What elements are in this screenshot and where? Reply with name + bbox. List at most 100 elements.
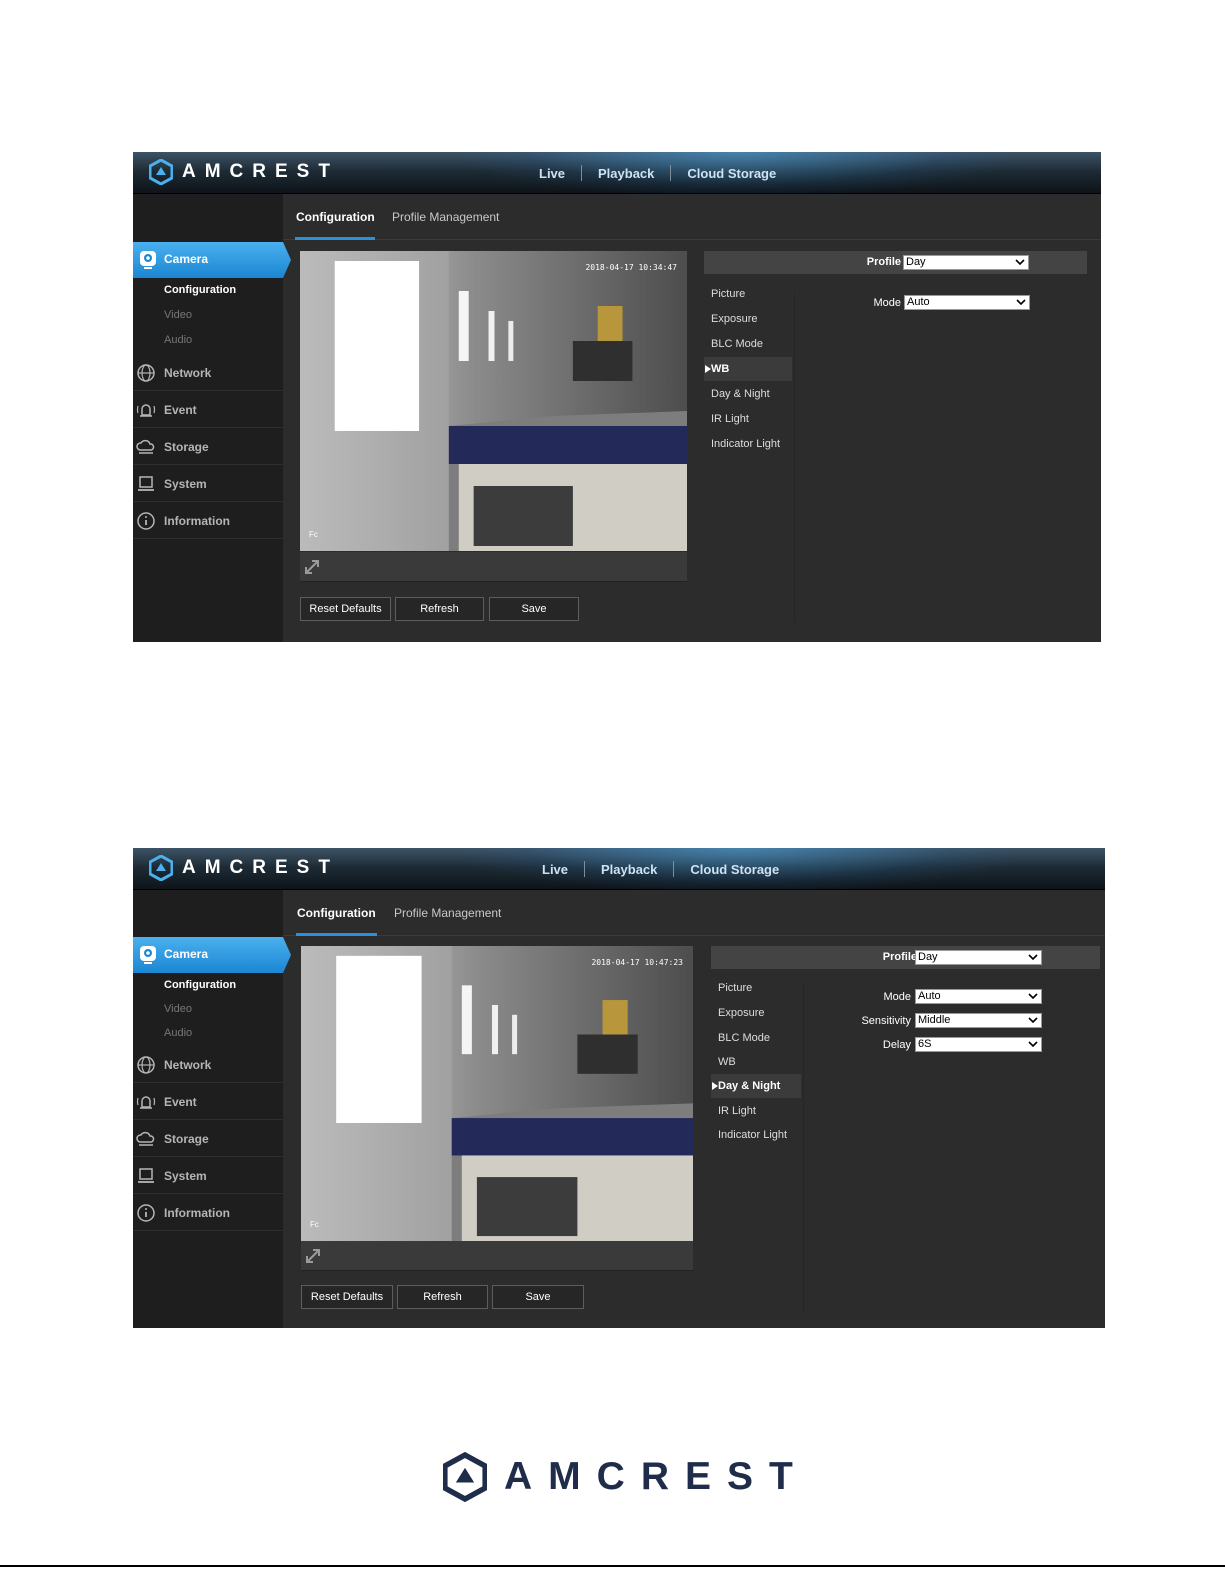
sidebar-item-information[interactable]: Information <box>133 502 283 539</box>
video-toolbar <box>300 552 687 582</box>
tab-configuration[interactable]: Configuration <box>297 906 376 920</box>
refresh-button[interactable]: Refresh <box>395 597 484 621</box>
sidebar-subitem-audio[interactable]: Audio <box>164 334 192 346</box>
video-frame-image <box>300 251 687 551</box>
active-tab-indicator <box>295 237 375 240</box>
sidebar-item-system[interactable]: System <box>133 1157 283 1194</box>
submenu-indicator-light[interactable]: Indicator Light <box>704 432 792 456</box>
nav-cloud-storage[interactable]: Cloud Storage <box>671 166 792 181</box>
nav-live[interactable]: Live <box>526 862 584 877</box>
nav-cloud-storage[interactable]: Cloud Storage <box>674 862 795 877</box>
tab-bar: Configuration Profile Management <box>283 890 1105 936</box>
nav-live[interactable]: Live <box>523 166 581 181</box>
sidebar-item-label: Storage <box>164 1132 209 1146</box>
tab-profile-management[interactable]: Profile Management <box>392 210 499 224</box>
submenu-blc-mode[interactable]: BLC Mode <box>704 332 792 356</box>
profile-bar: Profile Day <box>704 251 1087 274</box>
chevron-down-icon <box>1015 257 1025 267</box>
sidebar-item-event[interactable]: Event <box>133 1083 283 1120</box>
storage-cloud-icon <box>136 1131 155 1146</box>
information-icon <box>137 512 155 530</box>
sidebar-item-network[interactable]: Network <box>133 354 283 391</box>
sidebar-item-label: Storage <box>164 440 209 454</box>
sidebar-item-label: Camera <box>164 947 209 961</box>
sensitivity-select[interactable]: Middle <box>915 1013 1042 1028</box>
chevron-down-icon <box>1028 991 1038 1001</box>
submenu-day-night[interactable]: Day & Night <box>711 1074 801 1098</box>
profile-select-value: Day <box>918 951 938 963</box>
system-monitor-icon <box>138 476 154 491</box>
sidebar-item-camera[interactable]: Camera <box>133 937 291 973</box>
hexagon-logo-icon <box>443 1452 487 1502</box>
profile-select[interactable]: Day <box>915 950 1042 965</box>
mode-select[interactable]: Auto <box>904 295 1030 310</box>
submenu-wb[interactable]: WB <box>704 357 792 381</box>
sidebar: Camera Configuration Video Audio Network… <box>133 194 291 642</box>
fullscreen-expand-icon[interactable] <box>303 558 321 576</box>
mode-label: Mode <box>873 297 901 309</box>
video-timestamp: 2018-04-17 10:47:23 <box>591 958 683 967</box>
sidebar-item-information[interactable]: Information <box>133 1194 283 1231</box>
submenu-indicator-light[interactable]: Indicator Light <box>711 1123 801 1147</box>
hexagon-logo-icon <box>149 855 173 881</box>
refresh-button[interactable]: Refresh <box>397 1285 488 1309</box>
submenu-picture[interactable]: Picture <box>711 976 801 1000</box>
nav-playback[interactable]: Playback <box>582 166 670 181</box>
mode-select-value: Auto <box>918 990 941 1002</box>
submenu-day-night[interactable]: Day & Night <box>704 382 792 406</box>
hexagon-logo-icon <box>149 159 173 185</box>
sidebar-subitem-video[interactable]: Video <box>164 309 192 321</box>
save-button[interactable]: Save <box>489 597 579 621</box>
camera-settings-submenu: Picture Exposure BLC Mode WB Day & Night… <box>711 976 801 1316</box>
sidebar-item-label: Information <box>164 514 230 528</box>
submenu-ir-light[interactable]: IR Light <box>711 1099 801 1123</box>
nav-playback[interactable]: Playback <box>585 862 673 877</box>
brand-logo[interactable]: AMCREST <box>149 159 339 185</box>
camera-settings-submenu: Picture Exposure BLC Mode WB Day & Night… <box>704 282 792 622</box>
video-channel-label: Fc <box>309 530 318 539</box>
sensitivity-label: Sensitivity <box>861 1015 911 1027</box>
reset-defaults-button[interactable]: Reset Defaults <box>301 1285 393 1309</box>
video-timestamp: 2018-04-17 10:34:47 <box>585 263 677 272</box>
submenu-exposure[interactable]: Exposure <box>704 307 792 331</box>
sidebar-subitem-audio[interactable]: Audio <box>164 1027 192 1039</box>
sidebar-item-storage[interactable]: Storage <box>133 1120 283 1157</box>
network-globe-icon <box>137 1056 155 1074</box>
sidebar-subitem-video[interactable]: Video <box>164 1003 192 1015</box>
brand-logo[interactable]: AMCREST <box>149 855 339 881</box>
fullscreen-expand-icon[interactable] <box>304 1247 322 1265</box>
mode-select[interactable]: Auto <box>915 989 1042 1004</box>
submenu-wb[interactable]: WB <box>711 1050 801 1074</box>
sidebar-subitem-configuration[interactable]: Configuration <box>164 979 236 991</box>
sidebar-subitem-configuration[interactable]: Configuration <box>164 284 236 296</box>
tab-configuration[interactable]: Configuration <box>296 210 375 224</box>
sidebar-item-network[interactable]: Network <box>133 1046 283 1083</box>
delay-select[interactable]: 6S <box>915 1037 1042 1052</box>
sidebar-item-system[interactable]: System <box>133 465 283 502</box>
camera-icon <box>140 946 156 964</box>
sidebar-item-label: Camera <box>164 252 209 266</box>
top-navigation-bar: AMCREST Live Playback Cloud Storage <box>133 848 1105 890</box>
profile-select[interactable]: Day <box>903 255 1029 270</box>
tab-profile-management[interactable]: Profile Management <box>394 906 501 920</box>
live-video-preview: 2018-04-17 10:47:23 Fc <box>301 946 693 1241</box>
submenu-exposure[interactable]: Exposure <box>711 1001 801 1025</box>
mode-select-value: Auto <box>907 296 930 308</box>
camera-icon <box>140 251 156 269</box>
video-frame-image <box>301 946 693 1241</box>
sidebar-item-label: Event <box>164 1095 197 1109</box>
sidebar-item-event[interactable]: Event <box>133 391 283 428</box>
reset-defaults-button[interactable]: Reset Defaults <box>300 597 391 621</box>
submenu-ir-light[interactable]: IR Light <box>704 407 792 431</box>
sidebar-item-label: Network <box>164 366 212 380</box>
sidebar-item-storage[interactable]: Storage <box>133 428 283 465</box>
submenu-blc-mode[interactable]: BLC Mode <box>711 1026 801 1050</box>
profile-bar: Profile Day <box>711 946 1100 969</box>
sidebar-item-camera[interactable]: Camera <box>133 242 291 278</box>
sidebar-item-label: System <box>164 1169 207 1183</box>
submenu-picture[interactable]: Picture <box>704 282 792 306</box>
delay-select-value: 6S <box>918 1038 932 1050</box>
save-button[interactable]: Save <box>492 1285 584 1309</box>
screenshot-day-night-settings: AMCREST Live Playback Cloud Storage Came… <box>133 848 1105 1328</box>
submenu-divider <box>803 983 804 1313</box>
